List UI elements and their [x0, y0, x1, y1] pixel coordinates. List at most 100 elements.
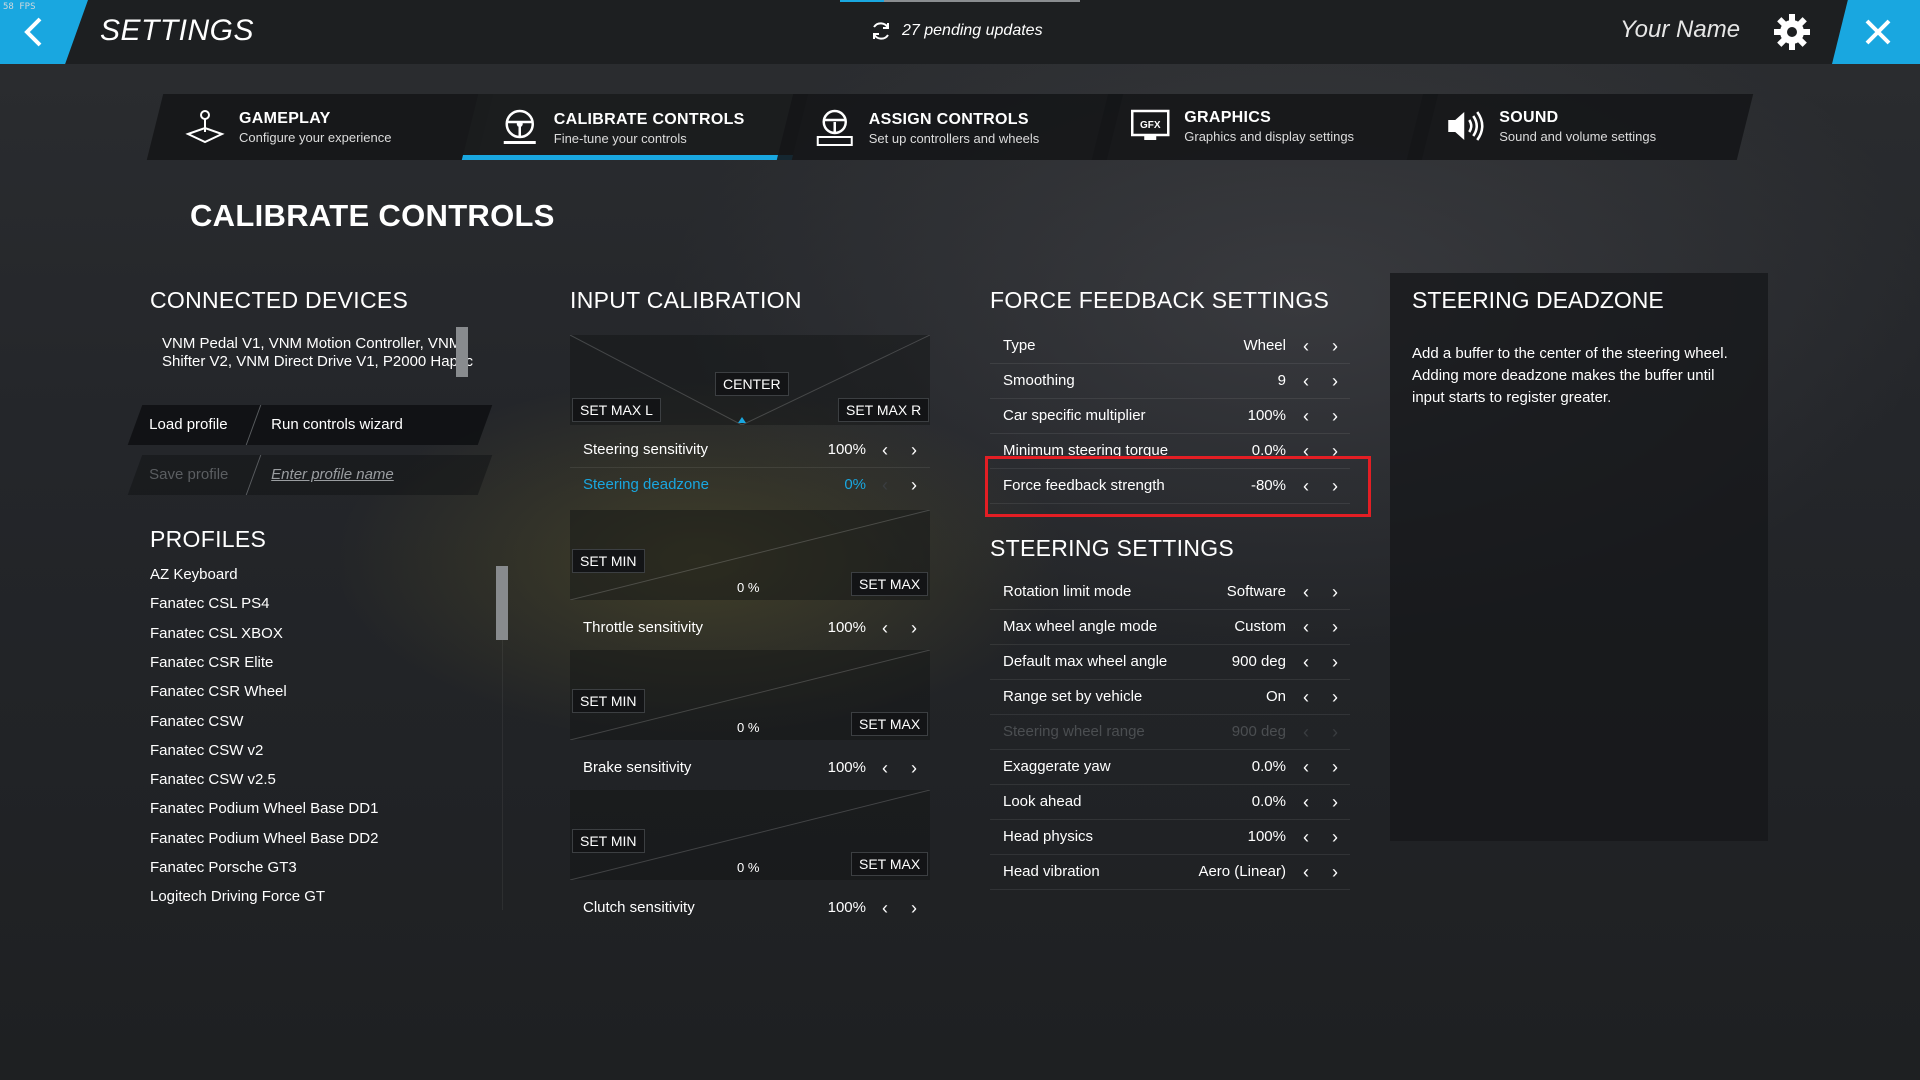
setting-value: 0.0% [1251, 758, 1286, 775]
profile-item[interactable]: Logitech Driving Force GT [150, 888, 325, 905]
chevron-left-icon[interactable]: ‹ [1295, 651, 1317, 673]
setting-row[interactable]: Steering wheel range 900 deg ‹ › [990, 715, 1350, 749]
setting-row[interactable]: Car specific multiplier 100% ‹ › [990, 399, 1350, 433]
chevron-right-icon[interactable]: › [1324, 826, 1346, 848]
setting-row[interactable]: Max wheel angle mode Custom ‹ › [990, 610, 1350, 644]
setting-value: 900 deg [1231, 723, 1286, 740]
setting-row[interactable]: Head vibration Aero (Linear) ‹ › [990, 855, 1350, 889]
steering-deadzone-row[interactable]: Steering deadzone 0% ‹ › [570, 468, 930, 502]
profile-item[interactable]: AZ Keyboard [150, 566, 238, 583]
chevron-left-icon[interactable]: ‹ [1295, 335, 1317, 357]
chevron-right-icon[interactable]: › [903, 897, 925, 919]
chevron-left-icon[interactable]: ‹ [1295, 826, 1317, 848]
setting-row[interactable]: Type Wheel ‹ › [990, 329, 1350, 363]
setting-value: On [1265, 688, 1286, 705]
chevron-left-icon[interactable]: ‹ [1295, 370, 1317, 392]
tab-assign-controls[interactable]: ASSIGN CONTROLS Set up controllers and wh… [776, 94, 1124, 160]
devices-scrollbar[interactable] [456, 327, 468, 377]
tab-calibrate-subtitle: Fine-tune your controls [553, 130, 687, 146]
chevron-left-icon[interactable]: ‹ [1295, 861, 1317, 883]
chevron-right-icon[interactable]: › [1324, 335, 1346, 357]
chevron-right-icon[interactable]: › [1324, 651, 1346, 673]
clutch-sensitivity-row[interactable]: Clutch sensitivity 100% ‹ › [570, 891, 930, 925]
chevron-right-icon[interactable]: › [1324, 616, 1346, 638]
tab-calibrate-controls[interactable]: CALIBRATE CONTROLS Fine-tune your control… [461, 94, 809, 160]
close-button[interactable] [1832, 0, 1920, 64]
chevron-left-icon[interactable]: ‹ [874, 617, 896, 639]
chevron-right-icon[interactable]: › [1324, 686, 1346, 708]
chevron-right-icon[interactable]: › [1324, 791, 1346, 813]
tab-assign-subtitle: Set up controllers and wheels [868, 130, 1040, 146]
throttle-set-max-button[interactable]: SET MAX [851, 572, 929, 596]
set-max-r-button[interactable]: SET MAX R [838, 398, 930, 422]
throttle-set-min-button[interactable]: SET MIN [572, 549, 645, 573]
profile-item[interactable]: Fanatec CSR Wheel [150, 683, 287, 700]
profile-item[interactable]: Fanatec Podium Wheel Base DD1 [150, 800, 378, 817]
center-button[interactable]: CENTER [715, 372, 789, 396]
chevron-left-icon[interactable]: ‹ [874, 474, 896, 496]
setting-label: Type [1003, 337, 1036, 354]
load-profile-button[interactable]: Load profile [149, 416, 227, 433]
brake-sensitivity-row[interactable]: Brake sensitivity 100% ‹ › [570, 751, 930, 785]
speaker-icon [1448, 111, 1484, 141]
chevron-right-icon[interactable]: › [1324, 581, 1346, 603]
chevron-left-icon[interactable]: ‹ [1295, 616, 1317, 638]
steering-deadzone-value: 0% [844, 476, 866, 493]
chevron-right-icon[interactable]: › [903, 757, 925, 779]
chevron-left-icon[interactable]: ‹ [1295, 581, 1317, 603]
profile-item[interactable]: Fanatec CSL PS4 [150, 595, 270, 612]
setting-label: Head physics [1003, 828, 1094, 845]
setting-row[interactable]: Range set by vehicle On ‹ › [990, 680, 1350, 714]
profile-item[interactable]: Fanatec Porsche GT3 [150, 859, 297, 876]
chevron-left-icon[interactable]: ‹ [874, 897, 896, 919]
brake-set-min-button[interactable]: SET MIN [572, 689, 645, 713]
profiles-scrollbar[interactable] [496, 566, 508, 640]
clutch-set-min-button[interactable]: SET MIN [572, 829, 645, 853]
steering-sensitivity-row[interactable]: Steering sensitivity 100% ‹ › [570, 433, 930, 467]
chevron-right-icon[interactable]: › [1324, 370, 1346, 392]
setting-row[interactable]: Default max wheel angle 900 deg ‹ › [990, 645, 1350, 679]
chevron-right-icon[interactable]: › [903, 439, 925, 461]
setting-value: 9 [1277, 372, 1286, 389]
setting-row[interactable]: Look ahead 0.0% ‹ › [990, 785, 1350, 819]
brake-set-max-button[interactable]: SET MAX [851, 712, 929, 736]
chevron-left-icon[interactable]: ‹ [874, 439, 896, 461]
chevron-left-icon[interactable]: ‹ [874, 757, 896, 779]
tab-sound[interactable]: SOUND Sound and volume settings [1406, 94, 1754, 160]
tab-graphics[interactable]: GFX GRAPHICS Graphics and display setting… [1091, 94, 1439, 160]
throttle-sensitivity-row[interactable]: Throttle sensitivity 100% ‹ › [570, 611, 930, 645]
save-profile-button[interactable]: Save profile [149, 466, 228, 483]
chevron-right-icon[interactable]: › [903, 474, 925, 496]
run-wizard-button[interactable]: Run controls wizard [271, 416, 403, 433]
chevron-left-icon[interactable]: ‹ [1295, 686, 1317, 708]
profile-item[interactable]: Fanatec CSW v2 [150, 742, 263, 759]
chevron-left-icon[interactable]: ‹ [1295, 721, 1317, 743]
tab-graphics-subtitle: Graphics and display settings [1184, 128, 1355, 144]
chevron-right-icon[interactable]: › [903, 617, 925, 639]
setting-row[interactable]: Rotation limit mode Software ‹ › [990, 575, 1350, 609]
chevron-right-icon[interactable]: › [1324, 405, 1346, 427]
tab-gameplay[interactable]: GAMEPLAY Configure your experience [146, 94, 494, 160]
settings-gear-icon[interactable] [1772, 12, 1812, 57]
chevron-left-icon[interactable]: ‹ [1295, 405, 1317, 427]
tab-calibrate-title: CALIBRATE CONTROLS [553, 110, 745, 128]
chevron-right-icon[interactable]: › [1324, 721, 1346, 743]
chevron-left-icon[interactable]: ‹ [1295, 791, 1317, 813]
profile-name-input[interactable]: Enter profile name [271, 466, 394, 483]
setting-row[interactable]: Exaggerate yaw 0.0% ‹ › [990, 750, 1350, 784]
profile-item[interactable]: Fanatec CSW v2.5 [150, 771, 276, 788]
chevron-right-icon[interactable]: › [1324, 756, 1346, 778]
chevron-right-icon[interactable]: › [1324, 861, 1346, 883]
set-max-l-button[interactable]: SET MAX L [572, 398, 661, 422]
profile-item[interactable]: Fanatec Podium Wheel Base DD2 [150, 830, 378, 847]
user-name[interactable]: Your Name [1620, 16, 1740, 44]
clutch-set-max-button[interactable]: SET MAX [851, 852, 929, 876]
profile-item[interactable]: Fanatec CSW [150, 713, 243, 730]
setting-label: Steering wheel range [1003, 723, 1145, 740]
pending-updates[interactable]: 27 pending updates [870, 20, 1043, 42]
profile-item[interactable]: Fanatec CSR Elite [150, 654, 273, 671]
chevron-left-icon[interactable]: ‹ [1295, 756, 1317, 778]
setting-row[interactable]: Head physics 100% ‹ › [990, 820, 1350, 854]
profile-item[interactable]: Fanatec CSL XBOX [150, 625, 283, 642]
setting-row[interactable]: Smoothing 9 ‹ › [990, 364, 1350, 398]
